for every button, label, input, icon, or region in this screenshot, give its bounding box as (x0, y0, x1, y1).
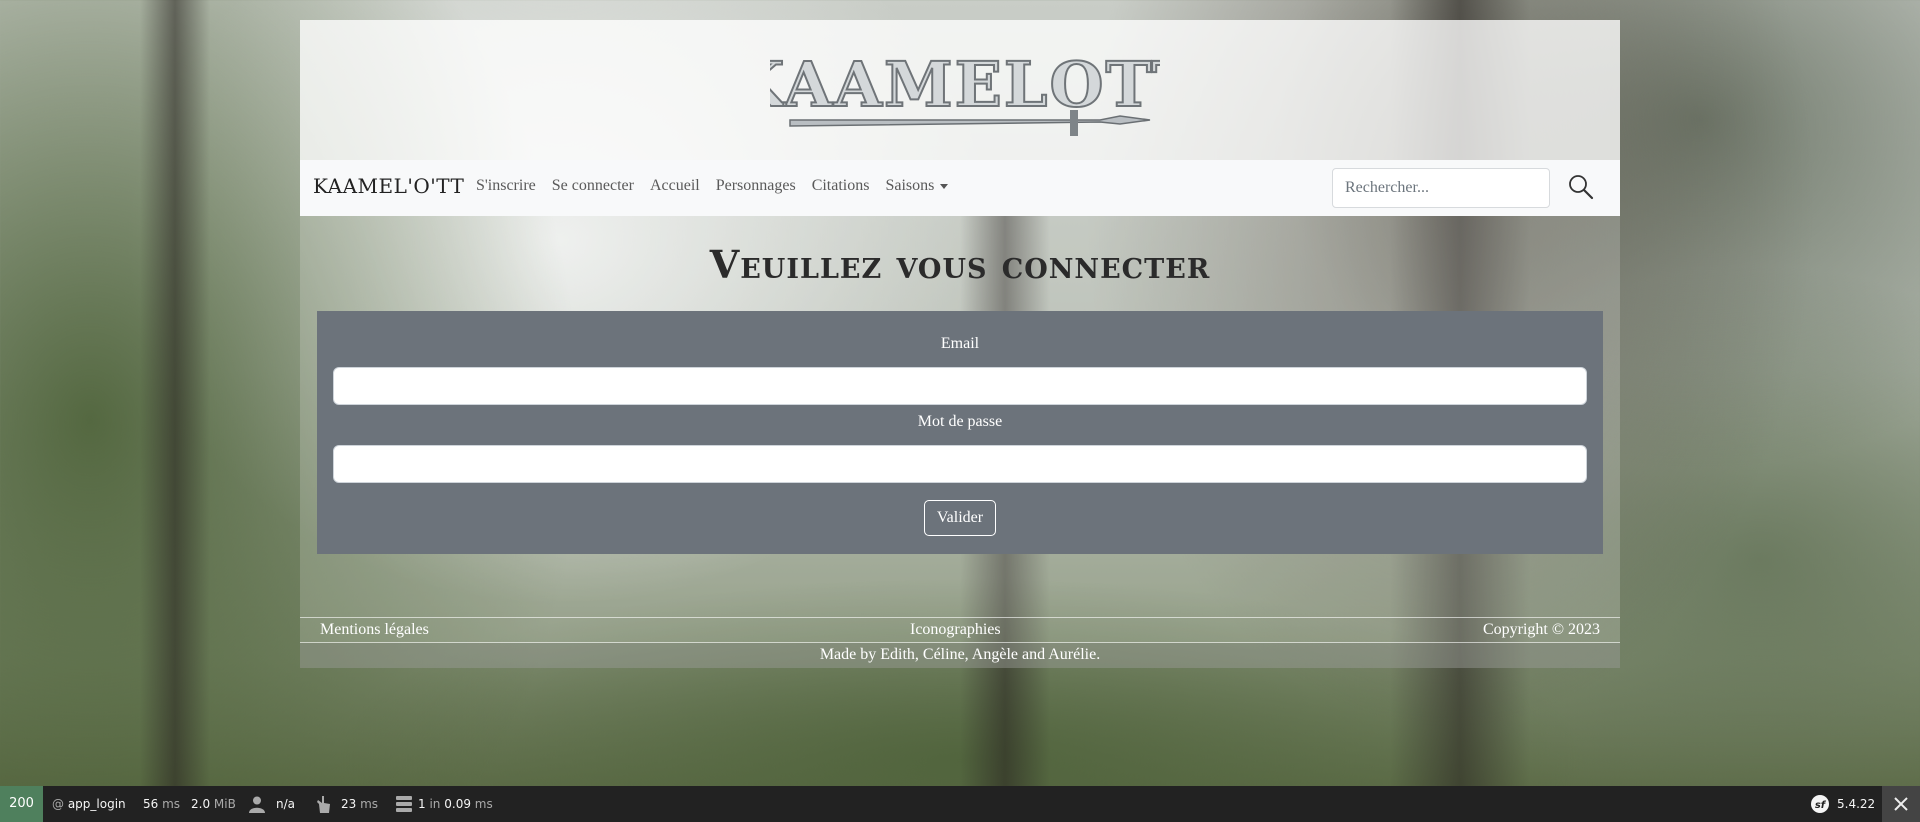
background-tree-trunk (140, 0, 210, 786)
svg-text:KAAMELOTT: KAAMELOTT (770, 48, 1160, 121)
footer-credit: Made by Edith, Céline, Angèle and Auréli… (300, 643, 1620, 668)
db-query-count: 1 (418, 797, 426, 811)
header-banner: KAAMELOTT (300, 20, 1620, 160)
symfony-logo-icon: sf (1811, 795, 1829, 813)
footer-legal-link[interactable]: Mentions légales (320, 621, 429, 639)
main-card: KAAMELOTT KAAMEL'O'TT S'inscrire Se conn… (300, 20, 1620, 668)
navbar: KAAMEL'O'TT S'inscrire Se connecter Accu… (300, 160, 1620, 216)
user-value: n/a (276, 797, 296, 811)
nav-item-quotes[interactable]: Citations (804, 177, 878, 195)
route-at-symbol: @ (52, 797, 68, 811)
search-icon (1569, 174, 1594, 199)
submit-button[interactable]: Valider (924, 500, 996, 536)
close-icon (1894, 797, 1908, 811)
footer-links: Mentions légales Iconographies Copyright… (300, 617, 1620, 643)
debug-toolbar: 200 @ app_login 56 ms 2.0 MiB n/a 23 ms … (0, 786, 1920, 822)
page-title: Veuillez vous connecter (709, 242, 1211, 287)
route-item[interactable]: @ app_login (52, 786, 126, 822)
db-time-unit: ms (474, 797, 493, 811)
person-icon (249, 796, 265, 813)
nav-item-home[interactable]: Accueil (642, 177, 708, 195)
memory-item[interactable]: 2.0 MiB (191, 786, 236, 822)
password-field[interactable] (333, 445, 1587, 483)
password-label: Mot de passe (917, 413, 1003, 430)
init-time-unit: ms (360, 797, 379, 811)
init-time-item[interactable]: 23 ms (316, 786, 378, 822)
footer-iconography-link[interactable]: Iconographies (910, 621, 1001, 639)
user-item[interactable]: n/a (248, 786, 295, 822)
toolbar-close-button[interactable] (1882, 786, 1920, 822)
init-time-value: 23 (341, 797, 357, 811)
symfony-version: 5.4.22 (1837, 797, 1876, 811)
nav-links: S'inscrire Se connecter Accueil Personna… (468, 177, 956, 195)
search-input[interactable] (1332, 168, 1550, 208)
nav-item-seasons-dropdown[interactable]: Saisons (877, 177, 956, 195)
nav-item-login[interactable]: Se connecter (544, 177, 642, 195)
time-item[interactable]: 56 ms (143, 786, 180, 822)
time-unit: ms (162, 797, 181, 811)
nav-item-characters[interactable]: Personnages (708, 177, 804, 195)
email-field[interactable] (333, 367, 1587, 405)
memory-value: 2.0 (191, 797, 211, 811)
db-in-label: in (429, 797, 441, 811)
symfony-version-item[interactable]: sf 5.4.22 (1811, 786, 1875, 822)
svg-text:sf: sf (1815, 800, 1827, 811)
memory-unit: MiB (213, 797, 236, 811)
chevron-down-icon (940, 183, 949, 189)
search-button[interactable] (1565, 172, 1597, 204)
footer-copyright: Copyright © 2023 (1482, 621, 1600, 638)
nav-item-seasons-label: Saisons (885, 177, 935, 194)
login-form: Email Mot de passe Valider (317, 311, 1603, 554)
database-item[interactable]: 1 in 0.09 ms (395, 786, 493, 822)
hand-pointer-icon (317, 796, 330, 813)
db-time-value: 0.09 (444, 797, 471, 811)
database-icon (396, 796, 412, 812)
status-badge[interactable]: 200 (0, 786, 43, 822)
kaamelott-logo: KAAMELOTT (770, 47, 1160, 136)
navbar-brand[interactable]: KAAMEL'O'TT (313, 174, 464, 198)
time-value: 56 (143, 797, 159, 811)
email-label: Email (940, 335, 980, 352)
route-name: app_login (67, 797, 126, 811)
nav-item-signup[interactable]: S'inscrire (468, 177, 544, 195)
